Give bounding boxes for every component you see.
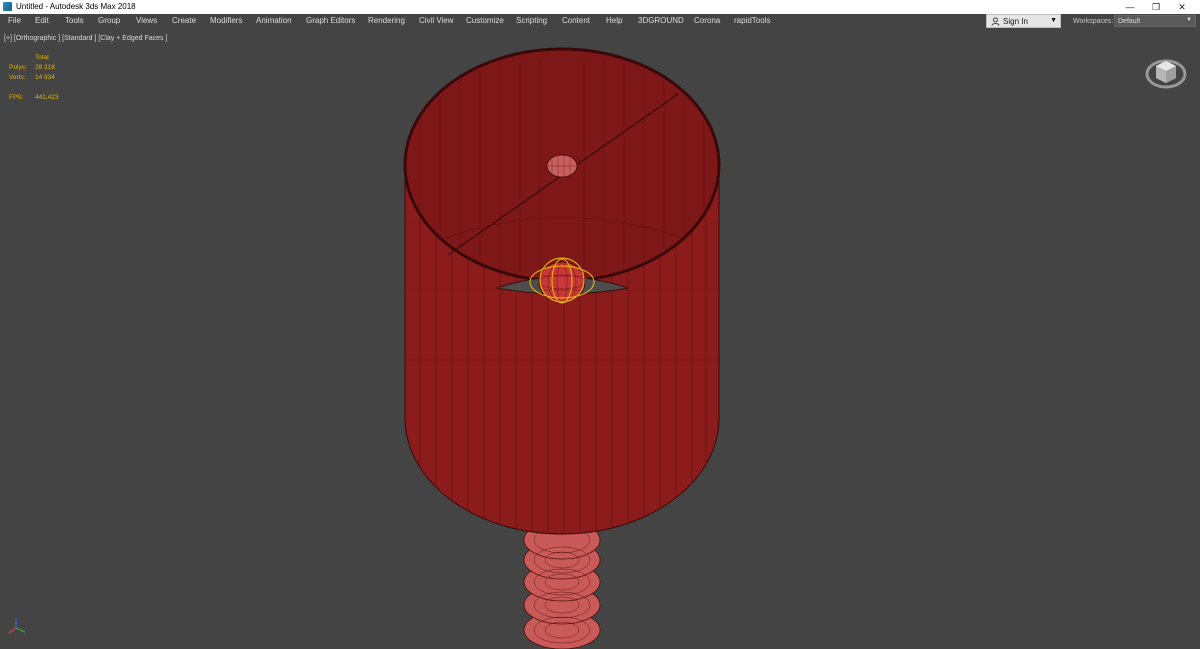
lamp-base[interactable] xyxy=(523,520,601,649)
viewcube-icon[interactable] xyxy=(1144,52,1188,92)
lamp-model[interactable] xyxy=(0,0,1200,649)
axis-tripod-icon xyxy=(8,618,26,634)
